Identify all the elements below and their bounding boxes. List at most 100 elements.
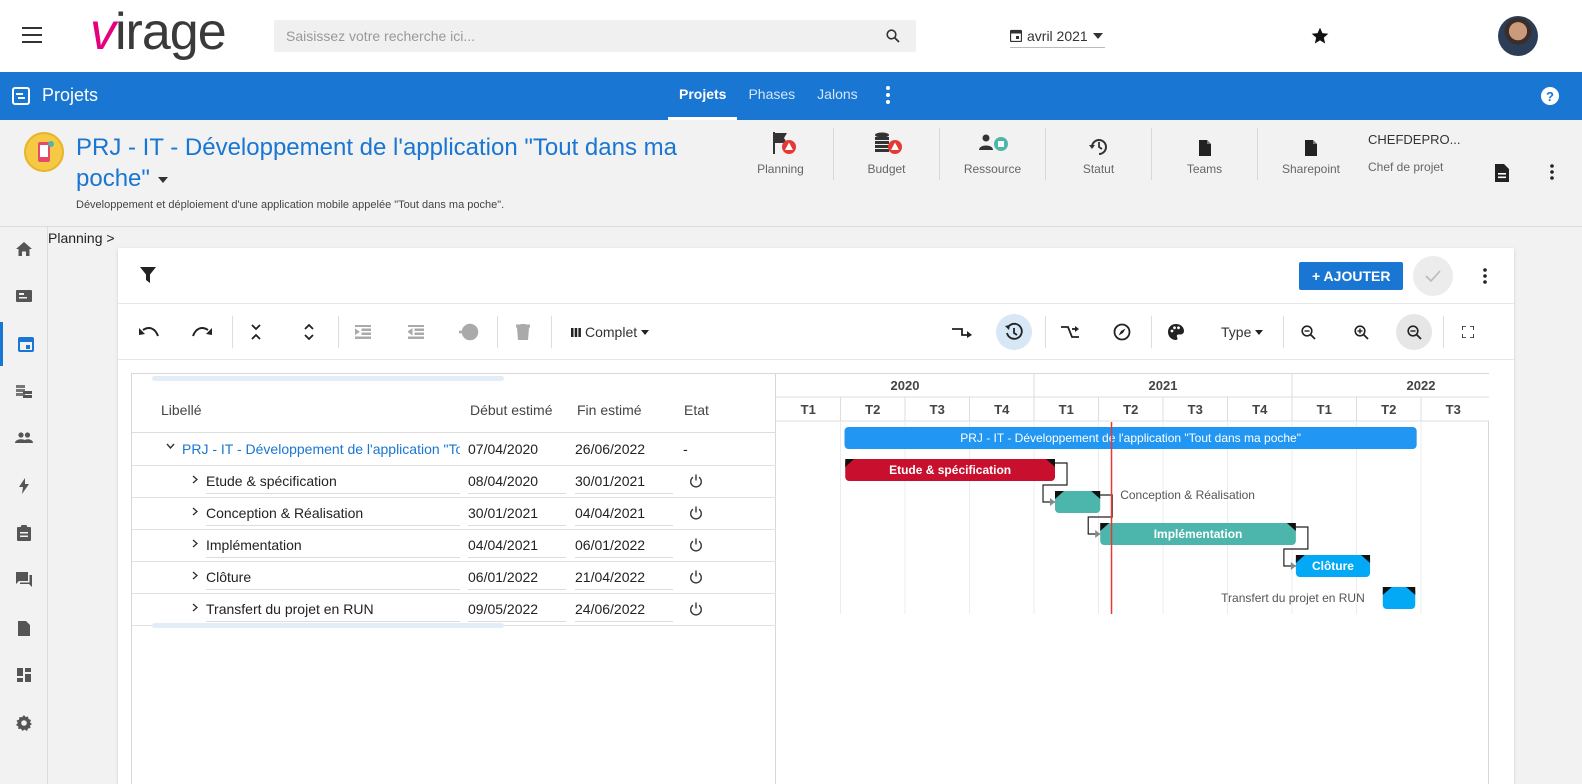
col-header-label[interactable]: Libellé: [161, 402, 201, 418]
table-row[interactable]: Etude & spécification 08/04/2020 30/01/2…: [132, 466, 776, 498]
row-start-date[interactable]: 09/05/2022: [468, 601, 566, 622]
add-button[interactable]: + AJOUTER: [1299, 262, 1404, 290]
kpi-budget[interactable]: Budget: [834, 128, 940, 180]
more-vertical-icon[interactable]: [886, 86, 890, 104]
validate-check-button[interactable]: [1413, 256, 1453, 296]
chevron-down-icon[interactable]: [166, 443, 175, 449]
document-icon[interactable]: [1494, 164, 1510, 182]
row-label[interactable]: PRJ - IT - Développement de l'applicatio…: [182, 441, 460, 457]
col-header-start[interactable]: Début estimé: [470, 402, 552, 418]
dashboard-grid-icon[interactable]: [0, 653, 48, 697]
chevron-right-icon[interactable]: [192, 475, 198, 484]
tab-phases[interactable]: Phases: [737, 72, 806, 120]
table-row[interactable]: Clôture 06/01/2022 21/04/2022: [132, 562, 776, 594]
row-label[interactable]: Transfert du projet en RUN: [206, 601, 460, 622]
zoom-in-icon[interactable]: [1343, 314, 1379, 350]
row-start-date[interactable]: 30/01/2021: [468, 505, 566, 526]
timeline-today-icon[interactable]: [996, 314, 1032, 350]
view-mode-dropdown[interactable]: Complet: [571, 324, 650, 340]
collapse-all-icon[interactable]: [238, 314, 274, 350]
kpi-statut[interactable]: Statut: [1046, 128, 1152, 180]
table-row[interactable]: Implémentation 04/04/2021 06/01/2022: [132, 530, 776, 562]
row-end-date[interactable]: 24/06/2022: [575, 601, 673, 622]
calendar-icon[interactable]: [0, 322, 48, 366]
logo[interactable]: virage: [90, 6, 227, 58]
kpi-teams[interactable]: Teams: [1152, 128, 1258, 180]
dashboard-card-icon[interactable]: [0, 274, 48, 318]
col-header-status[interactable]: Etat: [684, 402, 709, 418]
favorite-star-icon[interactable]: [1310, 26, 1330, 46]
toolbar-divider: [551, 316, 552, 348]
row-start-date[interactable]: 07/04/2020: [468, 441, 538, 457]
people-icon[interactable]: [0, 416, 48, 460]
palette-icon[interactable]: [1158, 314, 1194, 350]
row-end-date[interactable]: 04/04/2021: [575, 505, 673, 526]
zoom-out-icon[interactable]: [1290, 314, 1326, 350]
table-row[interactable]: Conception & Réalisation 30/01/2021 04/0…: [132, 498, 776, 530]
tab-projets[interactable]: Projets: [668, 72, 738, 120]
row-end-date[interactable]: 30/01/2021: [575, 473, 673, 494]
zoom-fit-icon[interactable]: [1396, 314, 1432, 350]
budget-coins-icon[interactable]: [0, 369, 48, 413]
expand-all-icon[interactable]: [291, 314, 327, 350]
more-vertical-icon[interactable]: [1550, 164, 1554, 180]
row-label[interactable]: Implémentation: [206, 537, 460, 558]
row-start-date[interactable]: 08/04/2020: [468, 473, 566, 494]
chevron-down-icon[interactable]: [157, 176, 168, 183]
settings-gear-icon[interactable]: [0, 701, 48, 745]
file-icon[interactable]: [0, 606, 48, 650]
undo-icon[interactable]: [131, 314, 167, 350]
dependency-arrow-icon[interactable]: [944, 314, 980, 350]
redo-icon[interactable]: [184, 314, 220, 350]
chat-icon[interactable]: [0, 558, 48, 602]
table-row[interactable]: PRJ - IT - Développement de l'applicatio…: [132, 434, 776, 466]
row-end-date[interactable]: 21/04/2022: [575, 569, 673, 590]
row-label[interactable]: Clôture: [206, 569, 460, 590]
quarter-label: T1: [1059, 402, 1074, 417]
tab-jalons[interactable]: Jalons: [806, 72, 868, 120]
row-label[interactable]: Conception & Réalisation: [206, 505, 460, 526]
help-icon[interactable]: ?: [1540, 86, 1560, 106]
gantt-bar[interactable]: [1055, 491, 1101, 513]
project-title[interactable]: PRJ - IT - Développement de l'applicatio…: [76, 132, 716, 194]
chevron-right-icon[interactable]: [192, 539, 198, 548]
fullscreen-icon[interactable]: [1450, 314, 1486, 350]
date-selector[interactable]: avril 2021: [1010, 24, 1105, 48]
indent-icon[interactable]: [345, 314, 381, 350]
row-end-date[interactable]: 26/06/2022: [575, 441, 645, 457]
row-end-date[interactable]: 06/01/2022: [575, 537, 673, 558]
row-label[interactable]: Etude & spécification: [206, 473, 460, 494]
home-icon[interactable]: [0, 227, 48, 271]
chevron-right-icon[interactable]: [192, 603, 198, 612]
col-header-end[interactable]: Fin estimé: [577, 402, 642, 418]
add-circle-icon[interactable]: [451, 314, 487, 350]
clipboard-icon[interactable]: [0, 511, 48, 555]
quarter-label: T4: [1252, 402, 1268, 417]
lightning-icon[interactable]: [0, 464, 48, 508]
user-avatar[interactable]: [1498, 16, 1538, 56]
critical-path-icon[interactable]: [1052, 314, 1088, 350]
filter-icon[interactable]: [140, 267, 156, 283]
project-manager[interactable]: CHEFDEPRO... Chef de projet: [1368, 132, 1460, 174]
breadcrumb[interactable]: Planning >: [48, 230, 115, 246]
table-row[interactable]: Transfert du projet en RUN 09/05/2022 24…: [132, 594, 776, 626]
compass-icon[interactable]: [1104, 314, 1140, 350]
outdent-icon[interactable]: [398, 314, 434, 350]
row-start-date[interactable]: 04/04/2021: [468, 537, 566, 558]
chevron-right-icon[interactable]: [192, 571, 198, 580]
more-vertical-icon[interactable]: [1483, 268, 1487, 284]
horizontal-scrollbar[interactable]: [152, 376, 504, 381]
horizontal-scrollbar[interactable]: [152, 623, 504, 628]
columns-icon: [571, 327, 581, 337]
menu-icon[interactable]: [22, 27, 42, 43]
chevron-right-icon[interactable]: [192, 507, 198, 516]
search-icon[interactable]: [886, 29, 900, 43]
kpi-sharepoint[interactable]: Sharepoint: [1258, 128, 1364, 180]
search-input[interactable]: [274, 20, 854, 52]
kpi-planning[interactable]: Planning: [728, 128, 834, 180]
toolbar-divider: [1045, 316, 1046, 348]
type-dropdown[interactable]: Type: [1221, 324, 1264, 340]
delete-icon[interactable]: [505, 314, 541, 350]
kpi-ressource[interactable]: Ressource: [940, 128, 1046, 180]
row-start-date[interactable]: 06/01/2022: [468, 569, 566, 590]
